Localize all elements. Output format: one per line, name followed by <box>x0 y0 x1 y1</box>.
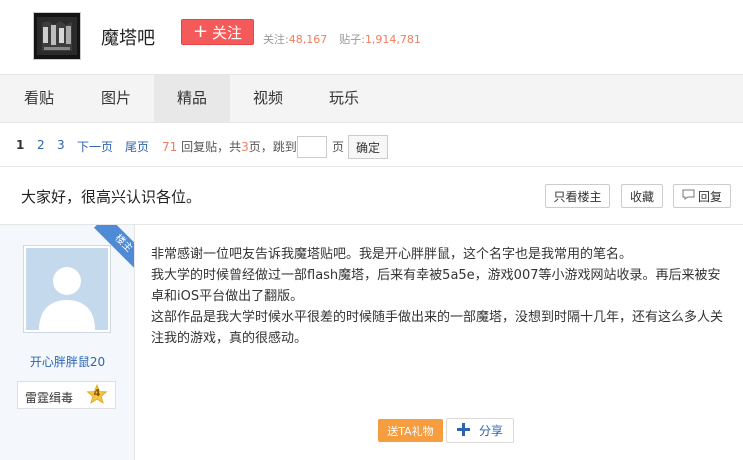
author-column: 楼主 开心胖胖鼠20 雷霆缉毒 4 <box>0 225 135 460</box>
only-author-button[interactable]: 只看楼主 <box>545 184 610 208</box>
plus-icon <box>456 422 470 440</box>
followers-count: 48,167 <box>288 33 328 46</box>
forum-name[interactable]: 魔塔吧 <box>101 24 155 50</box>
tab-featured[interactable]: 精品 <box>154 75 230 122</box>
collect-button[interactable]: 收藏 <box>621 184 663 208</box>
last-page-link[interactable]: 尾页 <box>125 138 149 155</box>
reply-text: 回复贴，共 <box>181 140 242 154</box>
badge-name: 雷霆缉毒 <box>25 391 74 405</box>
share-label: 分享 <box>478 424 503 438</box>
page-1: 1 <box>16 138 25 152</box>
posts-count: 1,914,781 <box>364 33 421 46</box>
page-jump-input[interactable] <box>297 136 327 158</box>
avatar[interactable] <box>23 245 111 333</box>
next-page-link[interactable]: 下一页 <box>77 138 113 155</box>
reply-button[interactable]: 回复 <box>673 184 731 208</box>
forum-logo[interactable] <box>33 12 81 60</box>
send-gift-button[interactable]: 送TA礼物 <box>378 419 443 442</box>
share-button[interactable]: 分享 <box>446 418 514 443</box>
reply-icon <box>682 189 695 203</box>
forum-nav: 看贴 图片 精品 视频 玩乐 <box>0 74 743 123</box>
post-paragraph: 非常感谢一位吧友告诉我魔塔贴吧。我是开心胖胖鼠，这个名字也是我常用的笔名。 <box>151 247 633 262</box>
posts-label: 贴子: <box>339 33 365 46</box>
tab-videos[interactable]: 视频 <box>230 75 306 122</box>
post-paragraph: 我大学的时候曾经做过一部flash魔塔，后来有幸被5a5e，游戏007等小游戏网… <box>151 268 721 304</box>
page-2[interactable]: 2 <box>37 138 45 152</box>
thread-title-bar: 大家好，很高兴认识各位。 只看楼主 收藏 回复 <box>0 166 743 225</box>
tab-fun[interactable]: 玩乐 <box>306 75 382 122</box>
follow-button[interactable]: + 关注 <box>181 19 254 45</box>
post-paragraph: 这部作品是我大学时候水平很差的时候随手做出来的一部魔塔，没想到时隔十几年，还有这… <box>151 310 724 346</box>
plus-icon: + <box>192 21 209 42</box>
reply-summary: 71 回复贴，共3页，跳到 <box>162 138 297 155</box>
tab-images[interactable]: 图片 <box>78 75 154 122</box>
total-pages: 3 <box>241 140 249 154</box>
badge-level: 4 <box>93 388 101 399</box>
page-3[interactable]: 3 <box>57 138 65 152</box>
level-star-icon: 4 <box>86 383 108 406</box>
thread-title: 大家好，很高兴认识各位。 <box>21 188 202 206</box>
username-link[interactable]: 开心胖胖鼠20 <box>0 353 134 370</box>
followers-label: 关注: <box>263 33 289 46</box>
default-avatar-icon <box>26 248 108 330</box>
post-content: 非常感谢一位吧友告诉我魔塔贴吧。我是开心胖胖鼠，这个名字也是我常用的笔名。 我大… <box>151 244 726 349</box>
confirm-button[interactable]: 确定 <box>348 135 388 159</box>
forum-stats: 关注:48,167 贴子:1,914,781 <box>263 31 421 47</box>
forum-header: 魔塔吧 + 关注 关注:48,167 贴子:1,914,781 <box>0 0 743 74</box>
jump-to-label: 页，跳到 <box>248 140 297 154</box>
page-unit-label: 页 <box>332 140 345 154</box>
reply-count: 71 <box>162 140 178 154</box>
reply-label: 回复 <box>697 189 722 204</box>
tab-view-posts[interactable]: 看贴 <box>0 75 78 122</box>
member-badge[interactable]: 雷霆缉毒 4 <box>17 381 116 409</box>
follow-label: 关注 <box>212 23 243 42</box>
